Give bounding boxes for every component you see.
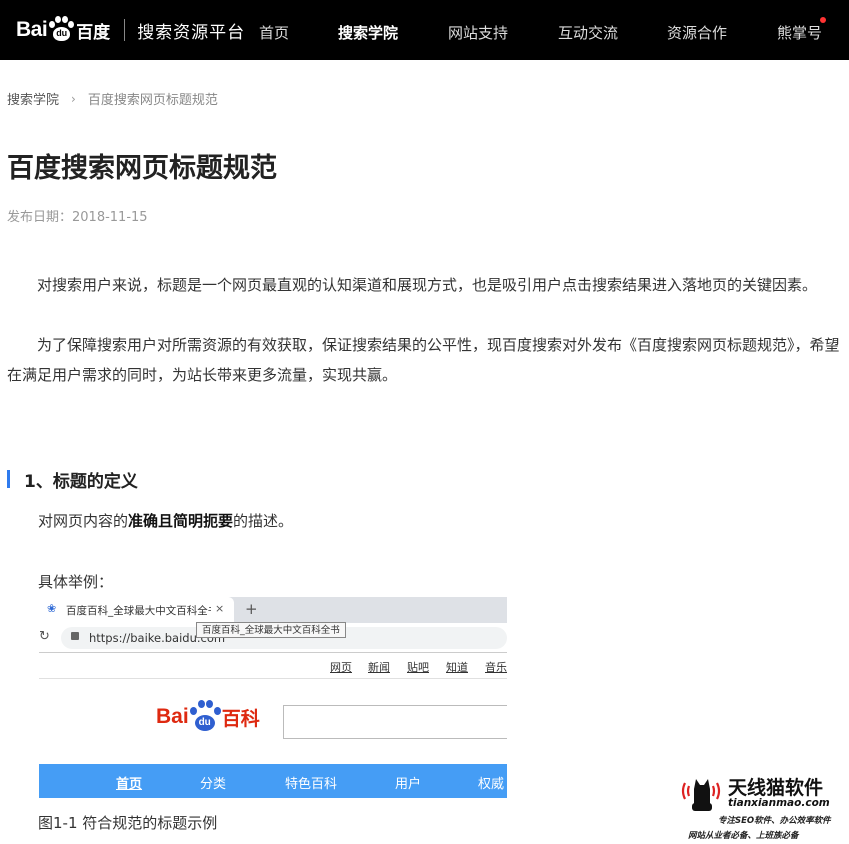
screenshot-tabbar: ❀ 百度百科_全球最大中文百科全书 × +: [39, 597, 507, 623]
platform-name: 搜索资源平台: [137, 22, 246, 43]
publish-date: 发布日期：2018-11-15: [7, 210, 148, 225]
intro-paragraph-2: 为了保障搜索用户对所需资源的有效获取，保证搜索结果的公平性，现百度搜索对外发布《…: [7, 336, 840, 384]
nav-item-academy[interactable]: 搜索学院: [338, 22, 398, 43]
page-title: 百度搜索网页标题规范: [7, 153, 277, 184]
breadcrumb: 搜索学院 › 百度搜索网页标题规范: [7, 89, 218, 109]
screenshot-tooltip: 百度百科_全球最大中文百科全书: [196, 622, 346, 638]
logo-cn-text: 百度: [76, 22, 111, 43]
watermark-site: tianxianmao.com: [728, 797, 830, 809]
paw-icon: du: [48, 15, 75, 45]
nav-item-resources[interactable]: 资源合作: [667, 22, 727, 43]
definition-text: 对网页内容的准确且简明扼要的描述。: [38, 510, 293, 531]
intro-paragraph-1: 对搜索用户来说，标题是一个网页最直观的认知渠道和展现方式，也是吸引用户点击搜索结…: [37, 276, 818, 294]
baike-logo-bai: Bai: [156, 705, 189, 728]
watermark-tagline-2: 网站从业者必备、上班族必备: [688, 831, 799, 841]
baike-search-box: [283, 705, 507, 739]
nav-item-site-support[interactable]: 网站支持: [448, 22, 508, 43]
lock-icon: [71, 632, 79, 640]
baike-nav-item: 用户: [395, 777, 422, 792]
logo-bai-text: Bai: [16, 18, 48, 41]
section-accent-bar: [7, 470, 10, 488]
baike-paw-icon: du: [189, 699, 221, 735]
screenshot-link: 知道: [446, 661, 468, 674]
nav-item-home[interactable]: 首页: [259, 22, 289, 43]
screenshot-link: 音乐: [485, 661, 507, 674]
plus-icon: +: [245, 600, 258, 618]
baike-nav-item: 特色百科: [285, 777, 338, 792]
screenshot-link: 新闻: [368, 661, 390, 674]
baike-nav-item: 首页: [116, 777, 143, 792]
baidu-logo[interactable]: Bai du 百度 搜索资源平台: [16, 12, 245, 48]
logo-paw-text: du: [56, 28, 68, 38]
screenshot-link-row: 网页 新闻 贴吧 知道 音乐: [39, 653, 507, 679]
watermark-tagline-1: 专注SEO软件、办公效率软件: [718, 816, 831, 826]
breadcrumb-current: 百度搜索网页标题规范: [87, 93, 218, 108]
baike-nav-item: 分类: [200, 777, 227, 792]
example-screenshot: ❀ 百度百科_全球最大中文百科全书 × + ↻ https://baike.ba…: [39, 597, 507, 798]
top-navbar: Bai du 百度 搜索资源平台 首页 搜索学院 网站支持 互动交流 资源合作 …: [0, 0, 849, 60]
definition-emphasis: 准确且简明扼要: [128, 512, 234, 530]
reload-icon: ↻: [39, 629, 50, 644]
chevron-right-icon: ›: [71, 91, 76, 106]
baike-logo: Bai du 百科: [156, 697, 260, 737]
baike-logo-cn: 百科: [221, 707, 260, 730]
example-label: 具体举例：: [38, 573, 114, 591]
baike-logo-paw-text: du: [198, 717, 211, 728]
logo-divider: [124, 19, 126, 41]
close-icon: ×: [215, 602, 225, 615]
breadcrumb-parent-link[interactable]: 搜索学院: [7, 89, 59, 108]
screenshot-browser-tab: ❀ 百度百科_全球最大中文百科全书 ×: [39, 597, 234, 623]
section-title: 1、标题的定义: [24, 472, 138, 492]
watermark: 天线猫软件 tianxianmao.com 专注SEO软件、办公效率软件 网站从…: [676, 771, 849, 844]
watermark-brand: 天线猫软件: [728, 777, 824, 799]
screenshot-tab-title: 百度百科_全球最大中文百科全书: [66, 605, 211, 617]
baike-nav-item: 权威: [478, 777, 505, 792]
figure-caption: 图1-1 符合规范的标题示例: [38, 814, 218, 832]
nav-item-xiongzhang[interactable]: 熊掌号: [777, 22, 822, 43]
screenshot-link: 贴吧: [407, 661, 429, 674]
screenshot-link: 网页: [330, 661, 352, 674]
notification-dot: [820, 17, 826, 23]
baike-navbar: 首页 分类 特色百科 用户 权威: [39, 764, 507, 798]
nav-item-interaction[interactable]: 互动交流: [558, 22, 618, 43]
paw-favicon-icon: ❀: [47, 602, 57, 615]
definition-prefix: 对网页内容的: [38, 512, 129, 530]
definition-suffix: 的描述。: [233, 512, 294, 530]
cat-antenna-icon: [681, 779, 721, 811]
